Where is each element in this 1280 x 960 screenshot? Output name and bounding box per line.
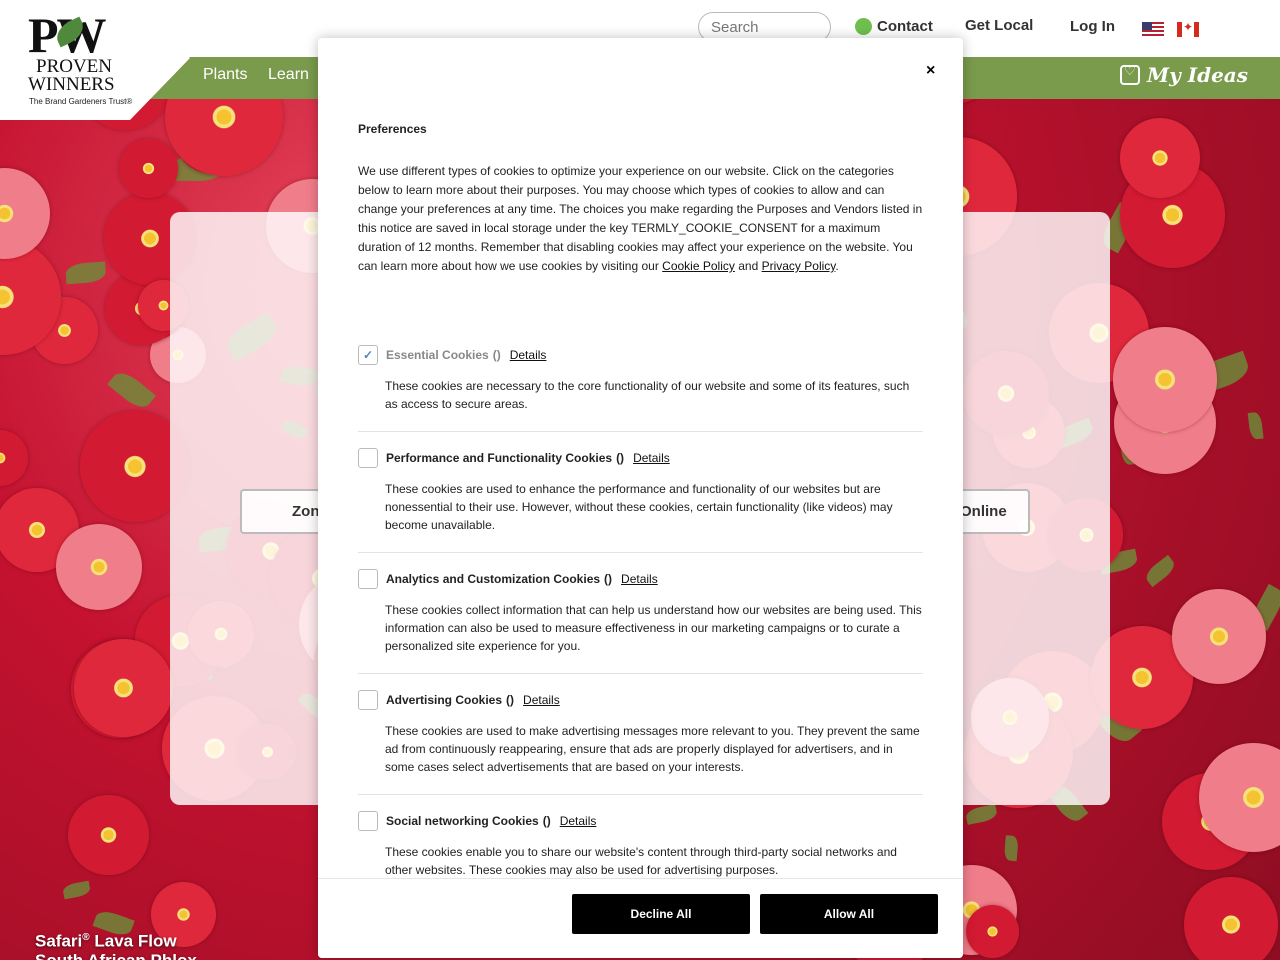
category-name: Essential Cookies <box>386 348 489 362</box>
category-description: These cookies collect information that c… <box>385 603 922 653</box>
social-details-link[interactable]: Details <box>560 814 597 828</box>
login-link[interactable]: Log In <box>1070 18 1115 35</box>
divider <box>358 431 923 432</box>
leaf-decoration <box>1004 835 1020 862</box>
category-description: These cookies are used to make advertisi… <box>385 724 920 774</box>
leaf-decoration <box>964 803 998 826</box>
caption-name: Safari <box>35 931 83 951</box>
flower-decoration <box>1112 327 1218 432</box>
heart-box-icon <box>1120 64 1140 85</box>
cookie-category-advertising: Advertising Cookies () Details These coo… <box>358 690 923 776</box>
logo-line-2: WINNERS <box>28 74 115 95</box>
analytics-checkbox[interactable] <box>358 569 378 589</box>
my-ideas-link[interactable]: My Ideas <box>1120 63 1248 87</box>
allow-all-button[interactable]: Allow All <box>760 894 938 934</box>
category-count: () <box>616 451 625 465</box>
logo-tagline: The Brand Gardeners Trust® <box>29 97 133 106</box>
leaf-decoration <box>1142 555 1178 588</box>
flower-decoration <box>118 139 178 198</box>
leaf-decoration <box>106 367 156 414</box>
cookie-preferences-modal: × Preferences We use different types of … <box>318 38 963 958</box>
nav-learn[interactable]: Learn <box>268 66 309 84</box>
essential-checkbox[interactable] <box>358 345 378 365</box>
modal-footer: Decline All Allow All <box>318 878 963 958</box>
my-ideas-label: My Ideas <box>1147 63 1249 87</box>
intro-and: and <box>738 259 759 273</box>
category-name: Advertising Cookies <box>386 693 503 707</box>
contact-link[interactable]: Contact <box>855 18 933 35</box>
caption-variety: Lava Flow <box>94 931 177 951</box>
analytics-details-link[interactable]: Details <box>621 572 658 586</box>
plant-caption: Safari® Lava Flow South African Phlox <box>35 928 197 960</box>
category-name: Performance and Functionality Cookies <box>386 451 613 465</box>
contact-label: Contact <box>877 18 933 35</box>
decline-all-button[interactable]: Decline All <box>572 894 750 934</box>
cookie-category-essential: Essential Cookies () Details These cooki… <box>358 345 923 413</box>
category-count: () <box>506 693 515 707</box>
modal-title: Preferences <box>358 122 427 136</box>
category-name: Social networking Cookies <box>386 814 539 828</box>
social-checkbox[interactable] <box>358 811 378 831</box>
category-name: Analytics and Customization Cookies <box>386 572 601 586</box>
flower-decoration <box>74 638 173 737</box>
intro-period: . <box>835 259 839 273</box>
flower-decoration <box>68 794 150 876</box>
intro-text: We use different types of cookies to opt… <box>358 164 923 273</box>
cookie-category-performance: Performance and Functionality Cookies ()… <box>358 448 923 534</box>
advertising-details-link[interactable]: Details <box>523 693 560 707</box>
leaf-decoration <box>64 261 106 285</box>
divider <box>358 673 923 674</box>
status-dot-icon <box>855 18 872 35</box>
flower-decoration <box>1183 877 1279 960</box>
flower-decoration <box>55 523 142 610</box>
flower-decoration <box>1171 588 1267 684</box>
caption-common-name: South African Phlox <box>35 951 197 960</box>
performance-details-link[interactable]: Details <box>633 451 670 465</box>
category-count: () <box>604 572 613 586</box>
cookie-category-social: Social networking Cookies () Details The… <box>358 811 923 879</box>
flower-decoration <box>965 905 1019 959</box>
category-description: These cookies are used to enhance the pe… <box>385 482 893 532</box>
leaf-decoration <box>62 880 92 899</box>
category-description: These cookies enable you to share our we… <box>385 845 897 877</box>
essential-details-link[interactable]: Details <box>510 348 547 362</box>
cookie-category-analytics: Analytics and Customization Cookies () D… <box>358 569 923 655</box>
close-button[interactable]: × <box>926 62 935 80</box>
divider <box>358 552 923 553</box>
get-local-link[interactable]: Get Local <box>965 17 1033 34</box>
leaf-decoration <box>1247 411 1264 440</box>
modal-intro: We use different types of cookies to opt… <box>358 162 923 276</box>
us-flag-icon[interactable] <box>1142 22 1164 37</box>
category-description: These cookies are necessary to the core … <box>385 379 910 411</box>
site-logo[interactable]: PW PROVEN WINNERS The Brand Gardeners Tr… <box>0 0 190 120</box>
cookie-policy-link[interactable]: Cookie Policy <box>662 259 735 273</box>
flower-decoration <box>1119 117 1201 198</box>
category-count: () <box>542 814 551 828</box>
nav-plants[interactable]: Plants <box>203 66 247 84</box>
privacy-policy-link[interactable]: Privacy Policy <box>762 259 836 273</box>
flower-decoration <box>0 168 51 260</box>
performance-checkbox[interactable] <box>358 448 378 468</box>
caption-trademark: ® <box>82 932 90 943</box>
canada-flag-icon[interactable] <box>1177 20 1199 37</box>
category-count: () <box>492 348 501 362</box>
flower-decoration <box>0 429 29 487</box>
advertising-checkbox[interactable] <box>358 690 378 710</box>
divider <box>358 794 923 795</box>
